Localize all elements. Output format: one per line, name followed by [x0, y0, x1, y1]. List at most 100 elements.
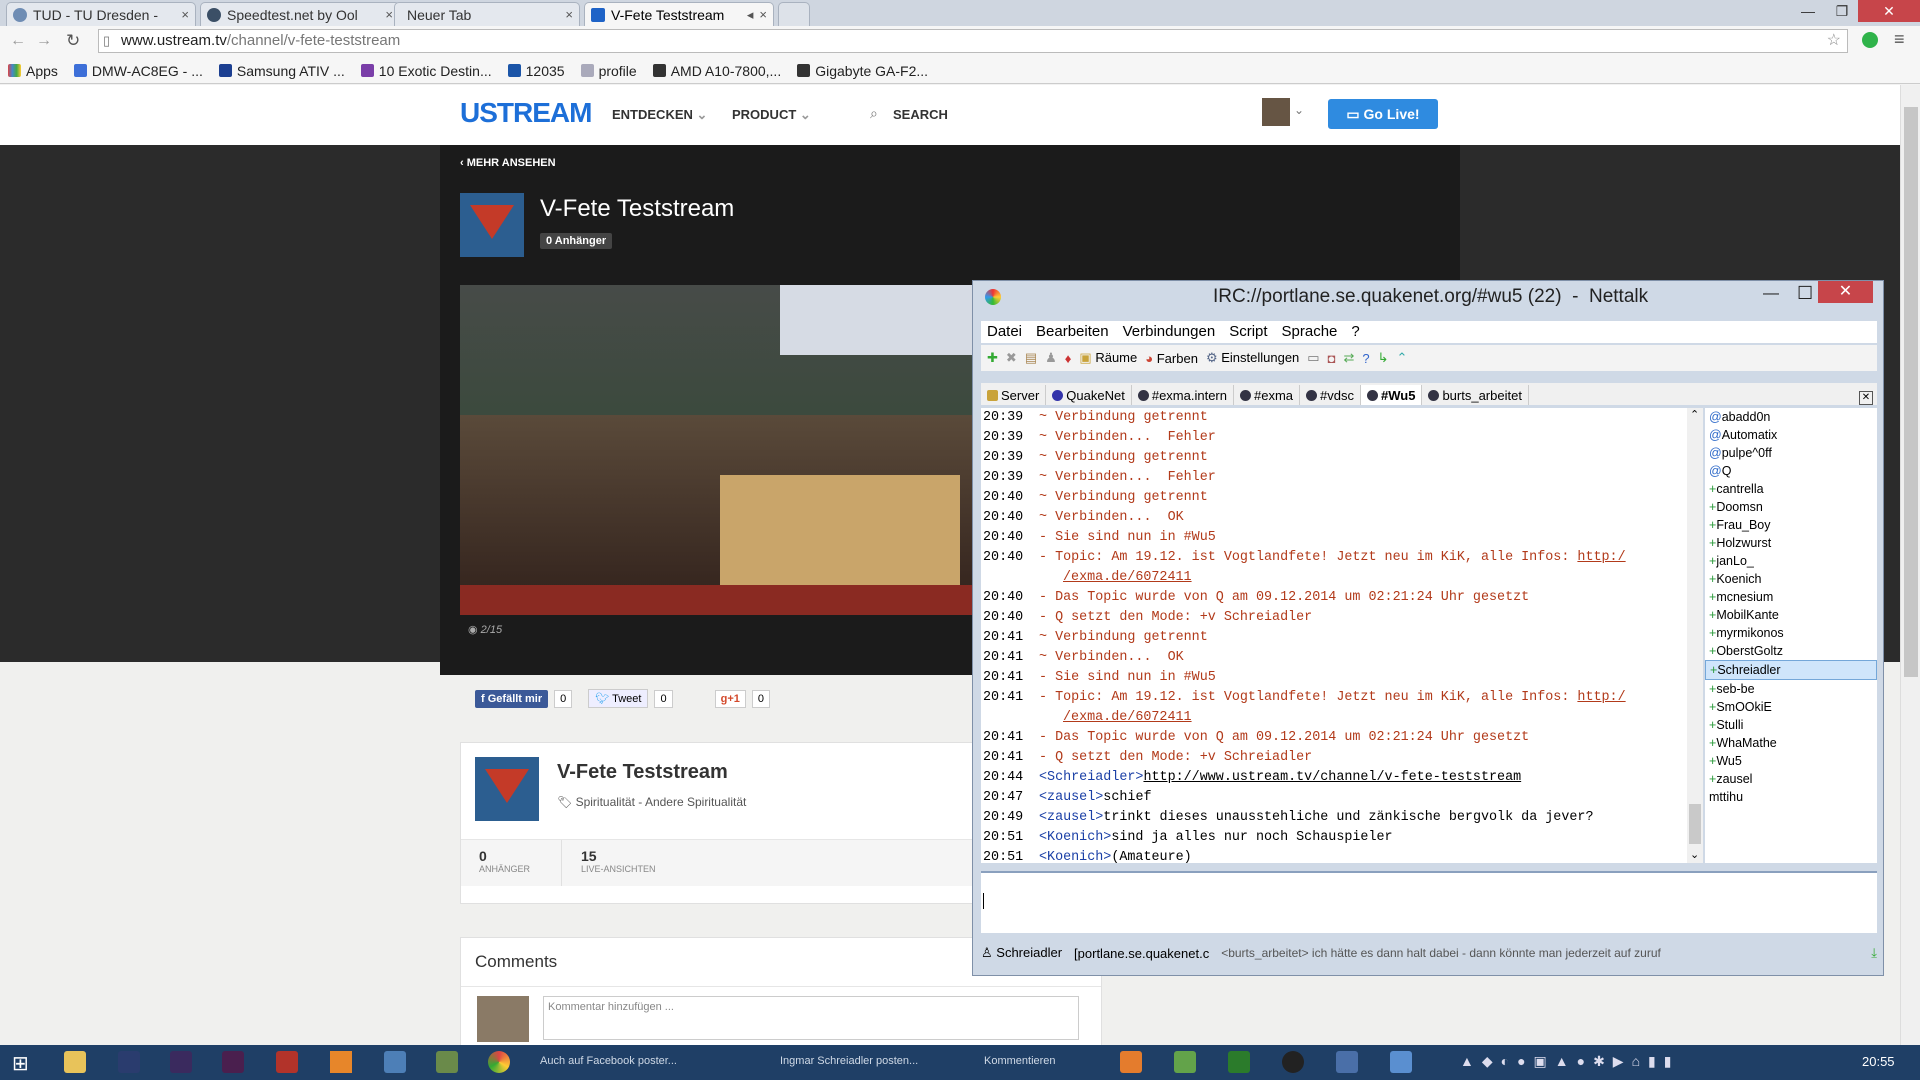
tab-quakenet[interactable]: QuakeNet: [1046, 385, 1132, 405]
user-list-item[interactable]: +Frau_Boy: [1705, 516, 1877, 534]
user-list-item[interactable]: +cantrella: [1705, 480, 1877, 498]
app-icon[interactable]: [1120, 1051, 1142, 1073]
settings-button[interactable]: ⚙ Einstellungen: [1206, 350, 1299, 366]
reload-icon[interactable]: ↻: [66, 31, 80, 51]
photoshop-icon[interactable]: [118, 1051, 140, 1073]
chat-nick[interactable]: <zausel>: [1039, 790, 1103, 805]
scroll-down-icon[interactable]: ⌄: [1690, 848, 1699, 861]
bookmark-item[interactable]: 12035: [507, 63, 565, 79]
chat-nick[interactable]: <zausel>: [1039, 810, 1103, 825]
chat-nick[interactable]: <Koenich>: [1039, 850, 1111, 863]
group-icon[interactable]: ◘: [1328, 351, 1336, 366]
transfer-icon[interactable]: ⇄: [1343, 350, 1354, 366]
topic-link[interactable]: http:/: [1577, 550, 1625, 565]
user-list-item[interactable]: +Stulli: [1705, 716, 1877, 734]
chat-nick[interactable]: <Koenich>: [1039, 830, 1111, 845]
page-scrollbar-thumb[interactable]: [1904, 107, 1918, 677]
chat-link[interactable]: http://www.ustream.tv/channel/v-fete-tes…: [1143, 770, 1521, 785]
tab-server[interactable]: Server: [981, 385, 1047, 405]
user-list-item[interactable]: mttihu: [1705, 788, 1877, 806]
menu-verbindungen[interactable]: Verbindungen: [1123, 321, 1216, 343]
tab-exma[interactable]: #exma: [1234, 385, 1301, 405]
folder-icon[interactable]: ▤: [1025, 350, 1037, 366]
menu-script[interactable]: Script: [1229, 321, 1267, 343]
nav-entdecken[interactable]: ENTDECKEN ⌄: [612, 107, 707, 123]
rooms-button[interactable]: ▣ Räume: [1079, 350, 1137, 366]
browser-tab[interactable]: Neuer Tab ×: [394, 2, 580, 26]
taskbar-item[interactable]: Auch auf Facebook poster...: [540, 1055, 677, 1067]
explorer-icon[interactable]: [64, 1051, 86, 1073]
extension-icon[interactable]: [1862, 32, 1878, 48]
user-list-item[interactable]: @pulpe^0ff: [1705, 444, 1877, 462]
app-icon[interactable]: [384, 1051, 406, 1073]
filezilla-icon[interactable]: [276, 1051, 298, 1073]
browser-tab[interactable]: Speedtest.net by Ool ×: [200, 2, 400, 26]
maximize-icon[interactable]: ☐: [1797, 283, 1813, 304]
vlc-icon[interactable]: [330, 1051, 352, 1073]
user-list-item[interactable]: @abadd0n: [1705, 408, 1877, 426]
premiere-icon[interactable]: [222, 1051, 244, 1073]
browser-tab-active[interactable]: V-Fete Teststream ◂ ×: [584, 2, 774, 26]
close-window-icon[interactable]: ✕: [1818, 281, 1873, 303]
app-icon[interactable]: [1228, 1051, 1250, 1073]
page-scrollbar[interactable]: [1900, 85, 1920, 1045]
user-list-item[interactable]: @Q: [1705, 462, 1877, 480]
new-tab-button[interactable]: [778, 2, 810, 26]
app-icon[interactable]: [1282, 1051, 1304, 1073]
taskbar-item[interactable]: Ingmar Schreiadler posten...: [780, 1055, 918, 1067]
arrow-icon[interactable]: ↳: [1378, 350, 1389, 366]
close-icon[interactable]: ×: [385, 7, 393, 22]
bookmark-item[interactable]: profile: [580, 63, 637, 79]
user-list-item[interactable]: +Holzwurst: [1705, 534, 1877, 552]
google-plus-button[interactable]: g+1: [714, 689, 746, 708]
app-icon[interactable]: [1390, 1051, 1412, 1073]
user-list-item[interactable]: +Koenich: [1705, 570, 1877, 588]
maximize-icon[interactable]: ❐: [1822, 0, 1862, 22]
bookmark-item[interactable]: 10 Exotic Destin...: [360, 63, 492, 79]
app-icon[interactable]: [1174, 1051, 1196, 1073]
chat-scrollbar-thumb[interactable]: [1689, 804, 1701, 844]
disconnect-icon[interactable]: ✖: [1006, 350, 1017, 366]
go-live-button[interactable]: ▭ Go Live!: [1328, 99, 1438, 129]
user-list-item[interactable]: +MobilKante: [1705, 606, 1877, 624]
menu-sprache[interactable]: Sprache: [1282, 321, 1338, 343]
help-icon[interactable]: ?: [1362, 351, 1369, 366]
download-icon[interactable]: ⤓: [1871, 945, 1877, 961]
bookmark-item[interactable]: Gigabyte GA-F2...: [797, 63, 928, 79]
user-list-item[interactable]: +OberstGoltz: [1705, 642, 1877, 660]
user-list-item[interactable]: +Doomsn: [1705, 498, 1877, 516]
app-icon[interactable]: [436, 1051, 458, 1073]
minimize-icon[interactable]: —: [1763, 285, 1779, 303]
pin-icon[interactable]: ♦: [1065, 351, 1072, 366]
menu-icon[interactable]: ≡: [1894, 29, 1905, 50]
user-list-item[interactable]: @Automatix: [1705, 426, 1877, 444]
forward-icon[interactable]: →: [36, 32, 52, 50]
tab-burts-arbeitet[interactable]: burts_arbeitet: [1422, 385, 1529, 405]
tab-exma-intern[interactable]: #exma.intern: [1132, 385, 1234, 405]
tweet-button[interactable]: 🐦︎ Tweet: [588, 689, 649, 708]
chevron-down-icon[interactable]: ⌄: [1294, 103, 1304, 117]
address-bar[interactable]: ▯ www.ustream.tv/channel/v-fete-teststre…: [98, 29, 1848, 53]
video-player[interactable]: ◉ 2/15: [460, 285, 980, 645]
user-list-item[interactable]: +SmOOkiE: [1705, 698, 1877, 716]
scroll-up-icon[interactable]: ⌃: [1690, 408, 1699, 421]
nav-product[interactable]: PRODUCT ⌄: [732, 107, 811, 123]
irc-message-input[interactable]: [981, 871, 1877, 933]
up-icon[interactable]: ⌃: [1396, 350, 1407, 366]
system-tray-icons[interactable]: ▲◆◐●▣▲●✱▶⌂▮▮: [1460, 1053, 1679, 1070]
close-window-icon[interactable]: ✕: [1858, 0, 1920, 22]
windows-start-icon[interactable]: ⊞: [12, 1051, 29, 1076]
close-tab-icon[interactable]: ✕: [1859, 391, 1873, 405]
bookmark-item[interactable]: AMD A10-7800,...: [652, 63, 781, 79]
back-link[interactable]: ‹ MEHR ANSEHEN: [460, 157, 556, 169]
connect-icon[interactable]: ✚: [987, 350, 998, 366]
menu-bearbeiten[interactable]: Bearbeiten: [1036, 321, 1109, 343]
category[interactable]: 🏷︎ Spiritualität - Andere Spiritualität: [557, 795, 746, 809]
comment-input[interactable]: Kommentar hinzufügen ...: [543, 996, 1079, 1040]
facebook-like-button[interactable]: f Gefällt mir: [475, 689, 549, 708]
window-icon[interactable]: ▭: [1307, 350, 1319, 366]
bookmark-apps[interactable]: Apps: [8, 63, 58, 79]
chat-nick[interactable]: <Schreiadler>: [1039, 770, 1143, 785]
user-list-item[interactable]: +seb-be: [1705, 680, 1877, 698]
bookmark-item[interactable]: Samsung ATIV ...: [218, 63, 345, 79]
